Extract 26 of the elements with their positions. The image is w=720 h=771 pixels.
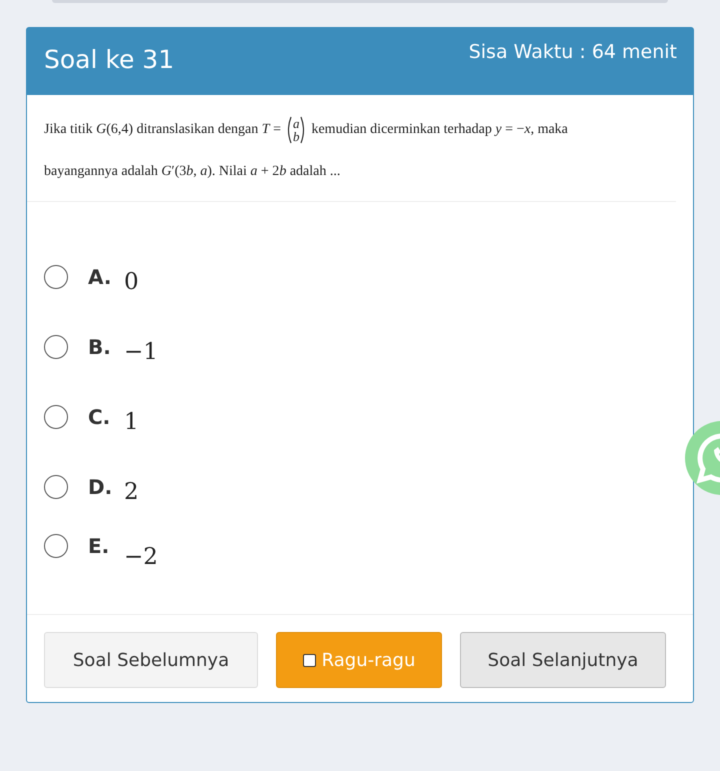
matrix-vector: a b (286, 116, 306, 144)
radio-button[interactable] (44, 405, 68, 429)
question-text: Jika titik G(6,4) ditranslasikan dengan T = (44, 122, 281, 138)
previous-button[interactable]: Soal Sebelumnya (44, 632, 258, 688)
bracket-icon (286, 116, 292, 144)
option-answer: −1 (124, 339, 158, 365)
option-answer: 0 (124, 269, 139, 295)
option-answer: 1 (124, 409, 139, 435)
time-remaining: Sisa Waktu : 64 menit (468, 41, 677, 63)
option-letter: A. (88, 265, 112, 289)
radio-button[interactable] (44, 534, 68, 558)
option-letter: B. (88, 335, 112, 359)
radio-button[interactable] (44, 335, 68, 359)
option-answer: 2 (124, 479, 139, 505)
option-letter: E. (88, 534, 110, 558)
question-text: kemudian dicerminkan terhadap y = −x, maka (311, 122, 568, 138)
radio-button[interactable] (44, 265, 68, 289)
option-letter: C. (88, 405, 112, 429)
option-letter: D. (88, 475, 114, 499)
bracket-icon (300, 116, 306, 144)
checkbox[interactable] (302, 654, 316, 666)
question-text: bayangannya adalah G′(3b, a). Nilai a + 2b adalah ... (44, 164, 340, 180)
next-button[interactable]: Soal Selanjutnya (460, 632, 666, 688)
radio-button[interactable] (44, 475, 68, 499)
question-number: Soal ke 31 (44, 45, 174, 74)
option-answer: −2 (124, 544, 158, 570)
